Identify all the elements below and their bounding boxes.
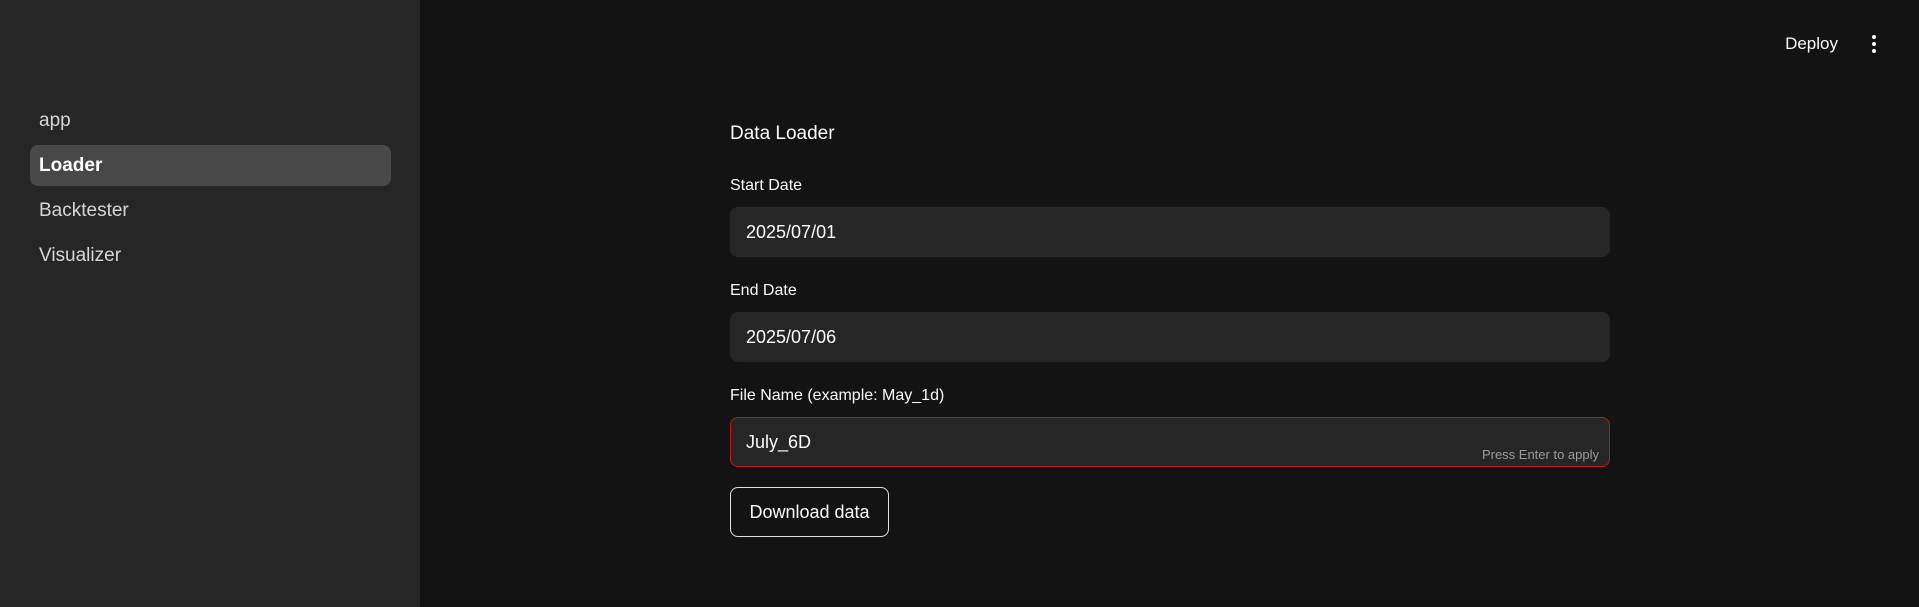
press-enter-hint: Press Enter to apply	[1481, 447, 1599, 462]
app-window: app Loader Backtester Visualizer Deploy …	[0, 0, 1919, 607]
download-data-button[interactable]: Download data	[730, 487, 889, 537]
deploy-button[interactable]: Deploy	[1785, 34, 1838, 54]
file-name-field[interactable]: Press Enter to apply	[730, 417, 1610, 467]
file-name-label: File Name (example: May_1d)	[730, 387, 945, 404]
sidebar-nav: app Loader Backtester Visualizer	[30, 100, 391, 280]
sidebar-item-loader[interactable]: Loader	[30, 145, 391, 186]
sidebar-item-app[interactable]: app	[30, 100, 391, 141]
sidebar-item-backtester[interactable]: Backtester	[30, 190, 391, 231]
end-date-label: End Date	[730, 282, 797, 299]
sidebar: app Loader Backtester Visualizer	[0, 0, 420, 607]
sidebar-item-visualizer[interactable]: Visualizer	[30, 235, 391, 276]
start-date-field[interactable]	[730, 207, 1610, 257]
page-title: Data Loader	[730, 123, 835, 144]
vertical-ellipsis-icon[interactable]	[1869, 35, 1879, 53]
end-date-input[interactable]	[746, 313, 1346, 361]
end-date-field[interactable]	[730, 312, 1610, 362]
top-header: Deploy	[420, 0, 1919, 90]
start-date-input[interactable]	[746, 208, 1346, 256]
file-name-input[interactable]	[746, 418, 1346, 466]
start-date-label: Start Date	[730, 177, 803, 194]
